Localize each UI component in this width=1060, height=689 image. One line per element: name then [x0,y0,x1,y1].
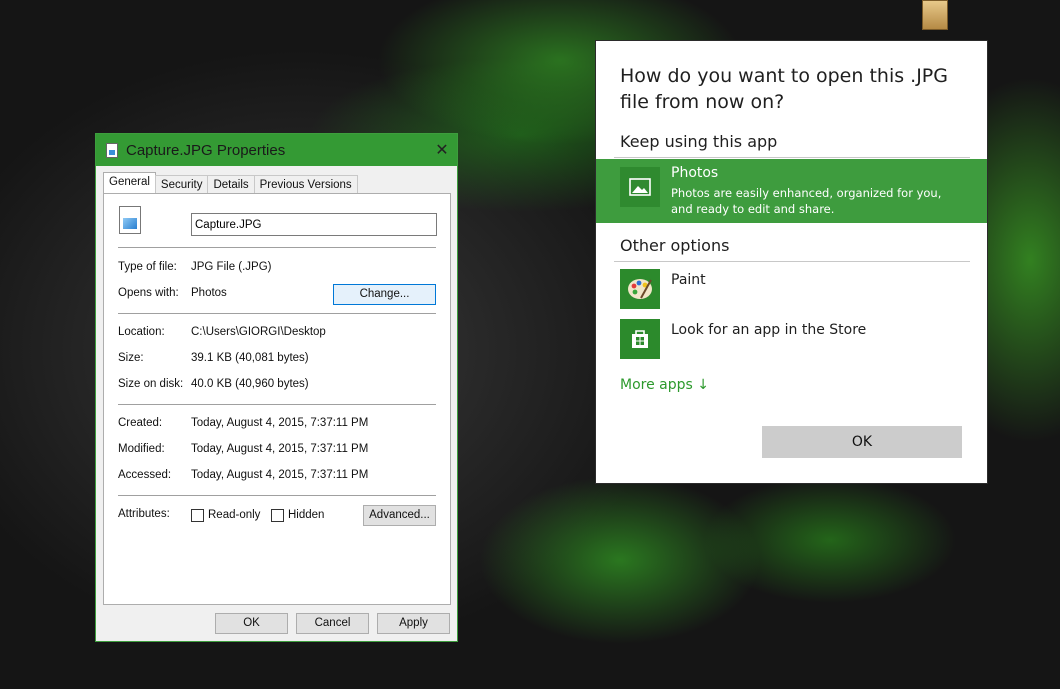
close-icon[interactable]: ✕ [427,140,457,160]
apply-button[interactable]: Apply [377,613,450,634]
opens-with-value: Photos [191,287,227,299]
app-option-store[interactable]: Look for an app in the Store [596,311,987,361]
properties-titlebar[interactable]: Capture.JPG Properties ✕ [96,134,457,166]
hidden-checkbox[interactable] [271,509,284,522]
attributes-label: Attributes: [118,508,170,520]
tab-details[interactable]: Details [207,175,255,193]
store-icon [620,319,660,359]
size-on-disk-value: 40.0 KB (40,960 bytes) [191,378,309,390]
file-name-input[interactable] [191,213,437,236]
app-option-photos[interactable]: Photos Photos are easily enhanced, organ… [596,159,987,223]
divider [118,404,436,405]
modified-value: Today, August 4, 2015, 7:37:11 PM [191,443,369,455]
divider [118,247,436,248]
modified-label: Modified: [118,443,165,455]
window-title: Capture.JPG Properties [126,141,286,159]
other-options-label: Other options [620,236,730,255]
accessed-value: Today, August 4, 2015, 7:37:11 PM [191,469,369,481]
location-label: Location: [118,326,165,338]
type-of-file-value: JPG File (.JPG) [191,261,272,273]
divider [118,495,436,496]
desktop-shortcut-icon[interactable] [922,0,948,30]
location-value: C:\Users\GIORGI\Desktop [191,326,326,338]
readonly-checkbox[interactable] [191,509,204,522]
size-value: 39.1 KB (40,081 bytes) [191,352,309,364]
more-apps-link[interactable]: More apps ↓ [620,377,709,393]
cancel-button[interactable]: Cancel [296,613,369,634]
app-name: Look for an app in the Store [671,322,867,338]
tab-general[interactable]: General [103,172,156,193]
type-of-file-label: Type of file: [118,261,177,273]
tab-previous-versions[interactable]: Previous Versions [253,175,358,193]
ok-button[interactable]: OK [762,426,962,458]
image-file-icon [106,142,118,158]
tab-strip: General Security Details Previous Versio… [103,172,358,193]
app-name: Photos [671,165,719,181]
hidden-label: Hidden [288,509,325,521]
size-label: Size: [118,352,144,364]
keep-using-label: Keep using this app [620,132,778,151]
ok-button[interactable]: OK [215,613,288,634]
app-name: Paint [671,272,706,288]
photos-icon [620,167,660,207]
change-button[interactable]: Change... [333,284,436,305]
open-with-dialog: How do you want to open this .JPG file f… [595,40,988,484]
created-value: Today, August 4, 2015, 7:37:11 PM [191,417,369,429]
dialog-heading: How do you want to open this .JPG file f… [620,65,948,113]
image-file-icon [119,206,141,234]
readonly-label: Read-only [208,509,261,521]
general-panel: Type of file: JPG File (.JPG) Opens with… [103,193,451,605]
opens-with-label: Opens with: [118,287,179,299]
properties-dialog: Capture.JPG Properties ✕ General Securit… [95,133,458,642]
advanced-button[interactable]: Advanced... [363,505,436,526]
app-description: Photos are easily enhanced, organized fo… [671,186,942,216]
created-label: Created: [118,417,163,429]
divider [614,157,970,158]
app-option-paint[interactable]: Paint [596,261,987,311]
size-on-disk-label: Size on disk: [118,378,184,390]
accessed-label: Accessed: [118,469,172,481]
paint-icon [620,269,660,309]
divider [118,313,436,314]
tab-security[interactable]: Security [154,175,209,193]
